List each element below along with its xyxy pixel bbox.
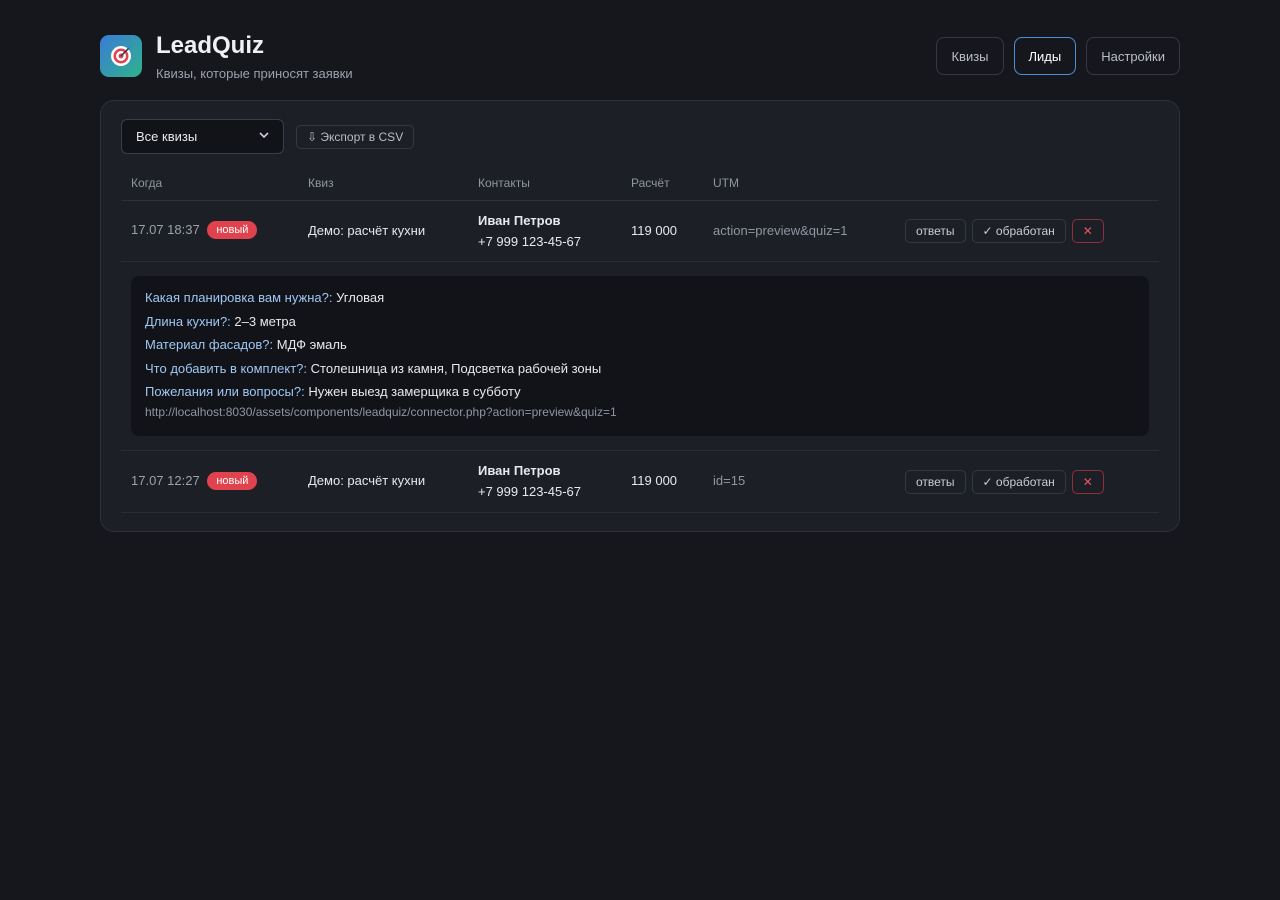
- answer-source-url: http://localhost:8030/assets/components/…: [145, 404, 617, 419]
- lead-utm: id=15: [713, 473, 746, 488]
- chevron-down-icon: [259, 131, 269, 142]
- leads-panel: Все квизы ⇩ Экспорт в CSV Когда Квиз Кон…: [100, 100, 1180, 532]
- nav-quizzes-button[interactable]: Квизы: [936, 37, 1004, 75]
- app-header: LeadQuiz Квизы, которые приносят заявки …: [100, 32, 1180, 82]
- answer-question: Материал фасадов?:: [145, 337, 274, 352]
- lead-contacts: Иван Петров +7 999 123-45-67: [478, 463, 581, 499]
- row-actions: ответы ✓ обработан ✕: [905, 219, 1104, 243]
- lead-utm: action=preview&quiz=1: [713, 223, 848, 238]
- answer-item: Какая планировка вам нужна?: Угловая: [145, 286, 1135, 310]
- answer-item: Материал фасадов?: МДФ эмаль: [145, 333, 1135, 357]
- mark-processed-button[interactable]: ✓ обработан: [971, 470, 1066, 494]
- app-title: LeadQuiz: [156, 32, 265, 59]
- answer-item: Что добавить в комплект?: Столешница из …: [145, 357, 1135, 381]
- app-subtitle: Квизы, которые приносят заявки: [156, 66, 353, 81]
- answers-button[interactable]: ответы: [905, 219, 966, 243]
- answer-question: Какая планировка вам нужна?:: [145, 290, 333, 305]
- table-row: 17.07 12:27 новый Демо: расчёт кухни Ива…: [121, 451, 1159, 513]
- delete-button[interactable]: ✕: [1071, 219, 1104, 243]
- contact-name: Иван Петров: [478, 213, 561, 228]
- lead-contacts: Иван Петров +7 999 123-45-67: [478, 213, 581, 249]
- column-header-quiz: Квиз: [308, 176, 334, 190]
- answer-value: Столешница из камня, Подсветка рабочей з…: [310, 360, 602, 376]
- contact-phone: +7 999 123-45-67: [478, 234, 582, 249]
- lead-calc: 119 000: [631, 223, 678, 238]
- answers-button[interactable]: ответы: [905, 470, 966, 494]
- answer-question: Что добавить в комплект?:: [145, 360, 308, 376]
- answer-item: Длина кухни?: 2–3 метра: [145, 310, 1135, 334]
- delete-button[interactable]: ✕: [1071, 470, 1104, 494]
- contact-phone: +7 999 123-45-67: [478, 484, 582, 499]
- mark-processed-button[interactable]: ✓ обработан: [971, 219, 1066, 243]
- column-header-utm: UTM: [713, 176, 739, 190]
- quiz-filter-select[interactable]: Все квизы: [121, 119, 284, 154]
- lead-time: 17.07 18:37: [131, 222, 200, 237]
- answer-value: 2–3 метра: [234, 313, 296, 329]
- lead-when: 17.07 12:27 новый: [131, 472, 258, 490]
- status-badge: новый: [207, 472, 258, 490]
- lead-calc: 119 000: [631, 473, 678, 488]
- contact-name: Иван Петров: [478, 463, 561, 478]
- row-actions: ответы ✓ обработан ✕: [905, 470, 1104, 494]
- nav-leads-button[interactable]: Лиды: [1013, 37, 1077, 75]
- lead-time: 17.07 12:27: [131, 473, 200, 488]
- table-header: Когда Квиз Контакты Расчёт UTM: [121, 167, 1159, 201]
- answer-value: Нужен выезд замерщика в субботу: [308, 384, 521, 399]
- nav-settings-button[interactable]: Настройки: [1086, 37, 1180, 75]
- column-header-contacts: Контакты: [478, 176, 530, 190]
- target-icon: [100, 35, 142, 77]
- status-badge: новый: [207, 221, 258, 239]
- answers-panel: Какая планировка вам нужна?: Угловая Дли…: [131, 276, 1149, 436]
- answer-value: Угловая: [336, 290, 385, 305]
- export-csv-button[interactable]: ⇩ Экспорт в CSV: [296, 124, 415, 149]
- answer-value: МДФ эмаль: [276, 337, 347, 352]
- table-row: 17.07 18:37 новый Демо: расчёт кухни Ива…: [121, 201, 1159, 262]
- lead-when: 17.07 18:37 новый: [131, 221, 258, 239]
- column-header-calc: Расчёт: [631, 176, 670, 190]
- leads-toolbar: Все квизы ⇩ Экспорт в CSV: [121, 119, 415, 154]
- lead-quiz: Демо: расчёт кухни: [308, 223, 426, 238]
- quiz-filter-value: Все квизы: [136, 129, 198, 144]
- column-header-when: Когда: [131, 176, 163, 190]
- lead-quiz: Демо: расчёт кухни: [308, 473, 426, 488]
- answer-question: Длина кухни?:: [145, 313, 231, 329]
- answer-item: Пожелания или вопросы?: Нужен выезд заме…: [145, 380, 1135, 404]
- answer-question: Пожелания или вопросы?:: [145, 384, 305, 399]
- main-nav: Квизы Лиды Настройки: [936, 37, 1180, 75]
